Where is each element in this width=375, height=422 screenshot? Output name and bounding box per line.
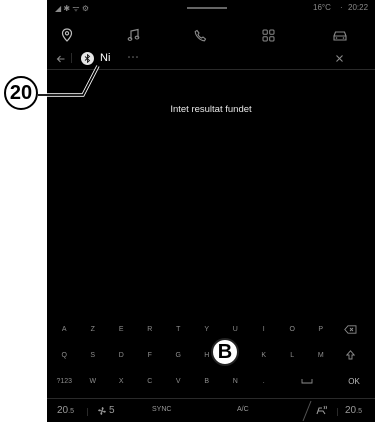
shift-icon — [345, 350, 355, 360]
music-note-icon — [127, 28, 139, 41]
apps-grid-icon — [262, 29, 274, 41]
callout-20: 20 — [4, 76, 38, 110]
bluetooth-icon — [81, 52, 94, 65]
tab-navigation[interactable] — [47, 22, 87, 48]
key-t[interactable]: T — [164, 318, 193, 340]
right-temp-decimal: .5 — [356, 408, 362, 415]
key-period[interactable]: . — [250, 370, 279, 392]
fan-control[interactable]: 5 — [97, 405, 115, 416]
bottom-slant-divider — [297, 400, 317, 422]
fan-icon — [98, 406, 106, 415]
tab-active-indicator — [127, 45, 139, 58]
keyboard-row-2: Q S D F G H J K L M — [50, 344, 365, 366]
ac-button[interactable]: A/C — [237, 406, 249, 413]
map-pin-icon — [61, 28, 73, 42]
key-q[interactable]: Q — [50, 344, 79, 366]
bottom-separator-2 — [337, 408, 338, 416]
bottom-bar-divider — [47, 398, 375, 399]
tab-apps[interactable] — [248, 22, 288, 48]
key-numbers[interactable]: ?123 — [50, 370, 79, 392]
space-key[interactable] — [278, 370, 335, 392]
key-x[interactable]: X — [107, 370, 136, 392]
shift-key[interactable] — [335, 344, 365, 366]
key-y[interactable]: Y — [193, 318, 222, 340]
bottom-separator-1 — [87, 408, 88, 416]
status-temperature: 16°C — [313, 3, 331, 12]
tab-vehicle[interactable] — [320, 22, 360, 48]
key-s[interactable]: S — [79, 344, 108, 366]
key-d[interactable]: D — [107, 344, 136, 366]
left-temp-decimal: .5 — [68, 408, 74, 415]
key-p[interactable]: P — [307, 318, 336, 340]
key-u[interactable]: U — [221, 318, 250, 340]
key-o[interactable]: O — [278, 318, 307, 340]
seat-heating-icon[interactable] — [315, 405, 329, 416]
tab-phone[interactable] — [180, 22, 220, 48]
ok-key[interactable]: OK — [335, 370, 373, 392]
backspace-icon — [343, 324, 356, 334]
infotainment-screen: ◢ ✱ ᯤ ⚙ 16°C · 20:22 Ni Intet resultat f… — [47, 0, 375, 422]
key-r[interactable]: R — [136, 318, 165, 340]
key-a[interactable]: A — [50, 318, 79, 340]
right-temperature[interactable]: 20.5 — [345, 405, 362, 416]
callout-b: B — [211, 338, 239, 366]
clear-search-icon[interactable] — [335, 54, 344, 63]
key-e[interactable]: E — [107, 318, 136, 340]
key-l[interactable]: L — [278, 344, 307, 366]
car-icon — [333, 30, 347, 41]
key-n[interactable]: N — [221, 370, 250, 392]
status-icons: ◢ ✱ ᯤ ⚙ — [55, 4, 89, 13]
sync-button[interactable]: SYNC — [152, 406, 171, 413]
status-drag-handle[interactable] — [187, 7, 227, 9]
key-v[interactable]: V — [164, 370, 193, 392]
keyboard-row-1: A Z E R T Y U I O P — [50, 318, 365, 340]
key-f[interactable]: F — [136, 344, 165, 366]
key-k[interactable]: K — [250, 344, 279, 366]
key-b[interactable]: B — [193, 370, 222, 392]
space-icon — [301, 379, 312, 384]
search-input[interactable]: Ni — [100, 52, 110, 64]
fan-level: 5 — [109, 405, 115, 416]
keyboard-row-3: ?123 W X C V B N . OK — [50, 370, 373, 392]
search-underline — [47, 69, 375, 70]
key-m[interactable]: M — [307, 344, 336, 366]
key-c[interactable]: C — [136, 370, 165, 392]
key-g[interactable]: G — [164, 344, 193, 366]
backspace-key[interactable] — [335, 318, 365, 340]
key-w[interactable]: W — [79, 370, 108, 392]
left-temperature[interactable]: 20.5 — [57, 405, 74, 416]
search-bar: Ni — [47, 50, 375, 68]
search-divider — [71, 53, 72, 63]
right-temperature-value: 20 — [345, 405, 357, 416]
left-temperature-value: 20 — [57, 405, 69, 416]
no-result-message: Intet resultat fundet — [170, 104, 252, 115]
phone-icon — [194, 29, 206, 41]
key-i[interactable]: I — [250, 318, 279, 340]
key-z[interactable]: Z — [79, 318, 108, 340]
status-time: 20:22 — [348, 3, 369, 12]
back-arrow-icon[interactable] — [56, 54, 66, 64]
status-separator: · — [340, 3, 343, 12]
